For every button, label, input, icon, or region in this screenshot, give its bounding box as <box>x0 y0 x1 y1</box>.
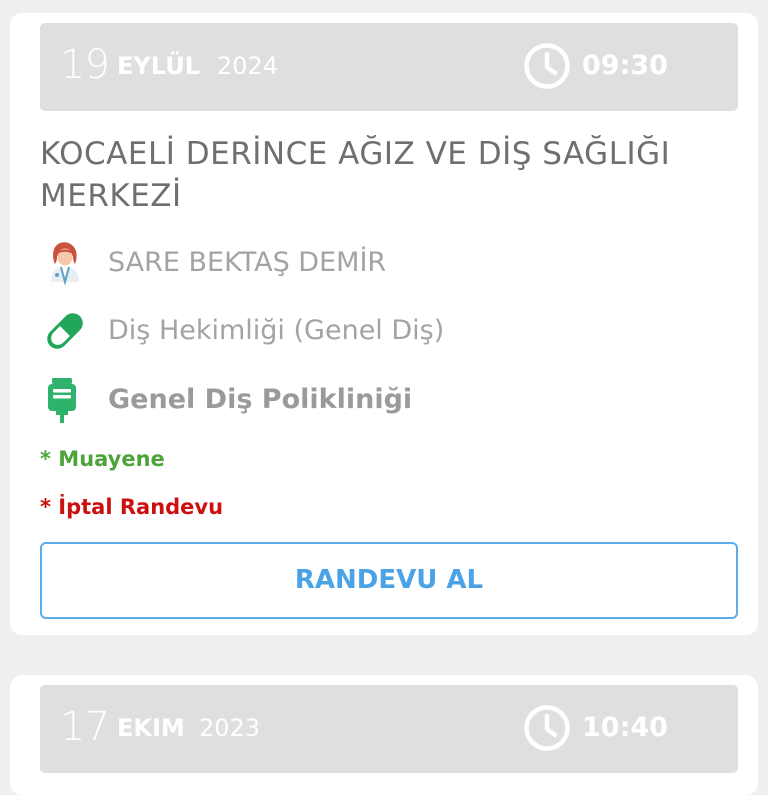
pill-capsule-icon <box>47 313 83 349</box>
appointment-card: 19 EYLÜL 2024 09:30 KOCAELİ DERİNCE AĞIZ… <box>10 13 758 635</box>
hospital-name: KOCAELİ DERİNCE AĞIZ VE DİŞ SAĞLIĞI MERK… <box>40 136 671 214</box>
appointment-day: 17 <box>60 704 110 750</box>
appointment-day: 19 <box>60 42 110 88</box>
appointment-year: 2023 <box>199 714 261 742</box>
clock-icon <box>524 705 570 751</box>
clock-icon <box>524 43 570 89</box>
branch-name: Diş Hekimliği (Genel Diş) <box>108 315 445 346</box>
appointment-year: 2024 <box>217 52 279 80</box>
appointment-status-tag: * İptal Randevu <box>40 495 224 519</box>
female-doctor-icon <box>51 242 79 286</box>
date-time-bar: 19 EYLÜL 2024 09:30 <box>40 23 738 111</box>
doctor-name: SARE BEKTAŞ DEMİR <box>108 247 387 278</box>
appointment-type-tag: * Muayene <box>40 447 165 471</box>
book-appointment-button[interactable]: RANDEVU AL <box>40 542 738 619</box>
appointment-month: EKIM <box>117 714 185 742</box>
appointment-card: 17 EKIM 2023 10:40 <box>10 675 758 795</box>
appointment-time: 09:30 <box>582 50 668 81</box>
appointment-month: EYLÜL <box>117 52 200 80</box>
polyclinic-name: Genel Diş Polikliniği <box>108 384 413 415</box>
iv-bag-icon <box>48 378 76 423</box>
appointment-time: 10:40 <box>582 712 668 743</box>
date-time-bar: 17 EKIM 2023 10:40 <box>40 685 738 773</box>
